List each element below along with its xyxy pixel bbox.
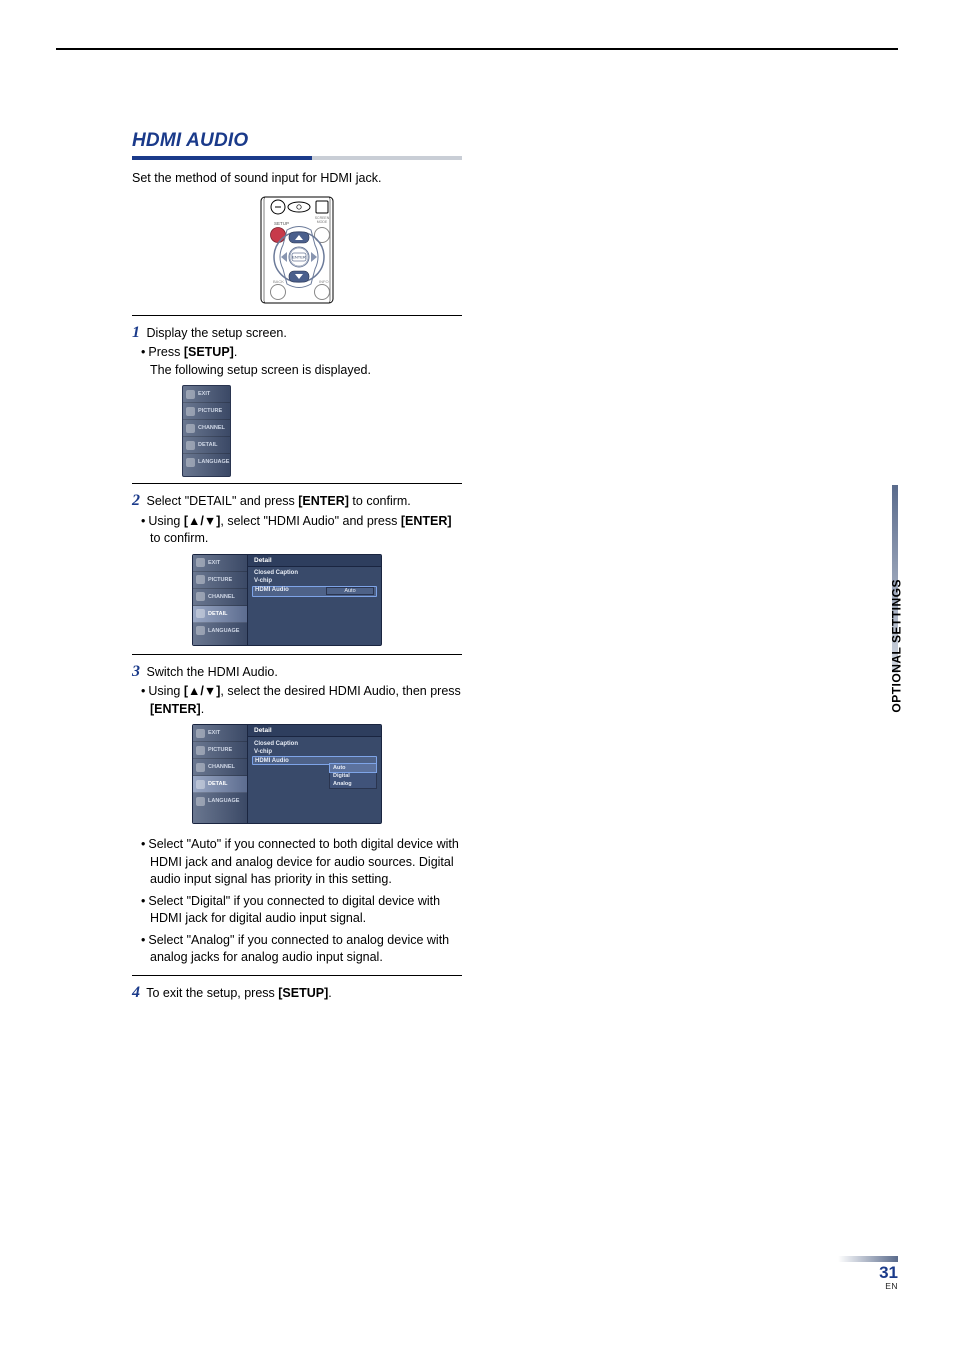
osd3-item-exit: EXIT (193, 725, 247, 742)
osd3-item-channel: CHANNEL (193, 759, 247, 776)
page: OPTIONAL SETTINGS 31 EN HDMI AUDIO Set t… (0, 0, 954, 1351)
remote-label-setup: SETUP (274, 221, 289, 226)
osd3-panel-title: Detail (248, 725, 381, 737)
step-2-b1-pre: Using (148, 514, 183, 528)
osd2-item-picture: PICTURE (193, 572, 247, 589)
osd3-item-picture: PICTURE (193, 742, 247, 759)
page-lang: EN (838, 1281, 898, 1291)
osd3-panel-vchip: V-chip (252, 748, 377, 755)
side-tab-label: OPTIONAL SETTINGS (890, 579, 904, 713)
step-3: 3 Switch the HDMI Audio. (132, 661, 462, 683)
osd2-panel-cc: Closed Caption (252, 570, 377, 577)
osd3-opt-digital: Digital (330, 772, 376, 780)
step-3-note-auto: •Select "Auto" if you connected to both … (150, 836, 462, 889)
osd2-panel-vchip: V-chip (252, 578, 377, 585)
step-3-b1-key2: [ENTER] (150, 702, 201, 716)
step-1-bullet-1-post: . (234, 345, 237, 359)
step-1-text: Display the setup screen. (146, 326, 286, 340)
step-4-pre: To exit the setup, press (146, 986, 278, 1000)
step-2-b1-mid: , select "HDMI Audio" and press (220, 514, 400, 528)
osd-item-language: LANGUAGE (183, 454, 230, 470)
step-2-b1-post: to confirm. (150, 531, 208, 545)
step-3-note-digital: •Select "Digital" if you connected to di… (150, 893, 462, 928)
step-2-key: [ENTER] (298, 494, 349, 508)
step-2-b1-key: [▲/▼] (184, 514, 221, 528)
osd-item-picture: PICTURE (183, 403, 230, 420)
step-separator (132, 315, 462, 316)
top-rule (56, 48, 898, 50)
osd2-item-exit: EXIT (193, 555, 247, 572)
page-number-block: 31 EN (838, 1256, 898, 1291)
section-title: HDMI AUDIO (132, 130, 462, 152)
step-2-bullet-1: •Using [▲/▼], select "HDMI Audio" and pr… (150, 513, 462, 548)
section-intro: Set the method of sound input for HDMI j… (132, 170, 462, 187)
step-1-number: 1 (132, 322, 140, 344)
step-3-b1-mid: , select the desired HDMI Audio, then pr… (220, 684, 460, 698)
side-tab: OPTIONAL SETTINGS (876, 485, 898, 673)
step-1-bullet-1: •Press [SETUP]. (150, 344, 462, 362)
step-separator (132, 483, 462, 484)
step-4-post: . (328, 986, 331, 1000)
step-1-bullet-1-pre: Press (148, 345, 183, 359)
osd-menu-basic: EXIT PICTURE CHANNEL DETAIL LANGUAGE (182, 385, 237, 475)
step-3-note-analog: •Select "Analog" if you connected to ana… (150, 932, 462, 967)
step-1-line-2: The following setup screen is displayed. (150, 362, 462, 380)
content-column: HDMI AUDIO Set the method of sound input… (132, 130, 462, 1004)
osd-detail-panel: EXIT PICTURE CHANNEL DETAIL LANGUAGE Det… (192, 554, 382, 646)
step-2-b1-key2: [ENTER] (401, 514, 452, 528)
step-2: 2 Select "DETAIL" and press [ENTER] to c… (132, 490, 462, 512)
osd3-item-language: LANGUAGE (193, 793, 247, 809)
osd3-item-detail: DETAIL (193, 776, 247, 793)
osd-item-detail: DETAIL (183, 437, 230, 454)
remote-label-enter: ENTER (292, 255, 306, 260)
osd-item-channel: CHANNEL (183, 420, 230, 437)
section-title-underline (132, 156, 462, 160)
osd-item-exit: EXIT (183, 386, 230, 403)
step-separator (132, 975, 462, 976)
osd-detail-dropdown: EXIT PICTURE CHANNEL DETAIL LANGUAGE Det… (192, 724, 382, 824)
step-1: 1 Display the setup screen. (132, 322, 462, 344)
step-3-b1-post: . (201, 702, 204, 716)
step-3-number: 3 (132, 661, 140, 683)
remote-label-screen-mode: SCREENMODE (315, 216, 330, 224)
step-1-bullet-1-key: [SETUP] (184, 345, 234, 359)
step-2-post: to confirm. (349, 494, 411, 508)
step-4-key: [SETUP] (278, 986, 328, 1000)
step-3-b1-key: [▲/▼] (184, 684, 221, 698)
remote-illustration: SCREENMODE SETUP E (237, 195, 357, 305)
step-2-number: 2 (132, 490, 140, 512)
step-3-text: Switch the HDMI Audio. (146, 665, 277, 679)
step-3-bullet-1: •Using [▲/▼], select the desired HDMI Au… (150, 683, 462, 718)
osd2-item-language: LANGUAGE (193, 623, 247, 639)
step-separator (132, 654, 462, 655)
remote-label-info: INFO (319, 279, 329, 284)
osd2-panel-title: Detail (248, 555, 381, 567)
page-number: 31 (838, 1264, 898, 1281)
osd2-hdmi-value: Auto (326, 587, 374, 595)
step-4: 4 To exit the setup, press [SETUP]. (132, 982, 462, 1004)
osd2-item-channel: CHANNEL (193, 589, 247, 606)
step-4-number: 4 (132, 982, 140, 1004)
osd3-hdmi-dropdown: Auto Digital Analog (329, 763, 377, 789)
osd2-item-detail: DETAIL (193, 606, 247, 623)
remote-label-back: BACK (273, 279, 284, 284)
page-number-bar (838, 1256, 898, 1262)
osd3-panel-cc: Closed Caption (252, 740, 377, 747)
step-2-pre: Select "DETAIL" and press (146, 494, 298, 508)
osd3-opt-analog: Analog (330, 780, 376, 788)
step-3-b1-pre: Using (148, 684, 183, 698)
osd2-panel-hdmi: HDMI Audio Auto (252, 586, 377, 597)
